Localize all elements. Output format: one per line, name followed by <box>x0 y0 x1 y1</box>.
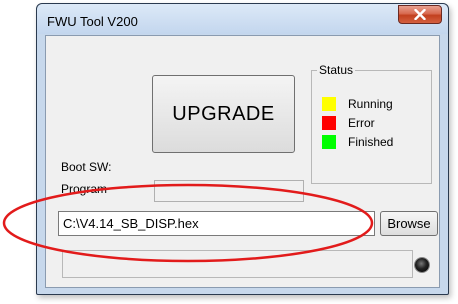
program-label: Program <box>61 182 108 196</box>
status-legend: Status <box>317 63 356 77</box>
status-item-finished: Finished <box>322 135 393 149</box>
app-window: FWU Tool V200 UPGRADE Status Running Err… <box>36 3 449 295</box>
running-label: Running <box>348 97 393 111</box>
error-label: Error <box>348 116 375 130</box>
file-path-input[interactable] <box>58 211 375 236</box>
status-item-error: Error <box>322 116 375 130</box>
finished-label: Finished <box>348 135 394 149</box>
error-indicator <box>322 116 336 130</box>
status-item-running: Running <box>322 97 393 111</box>
window-title: FWU Tool V200 <box>47 14 138 29</box>
boot-sw-label: Boot SW: <box>61 160 112 174</box>
progress-bar <box>62 250 413 278</box>
client-area: UPGRADE Status Running Error Finished Bo… <box>45 35 440 288</box>
title-bar[interactable]: FWU Tool V200 <box>37 4 448 34</box>
running-indicator <box>322 97 336 111</box>
close-button[interactable] <box>398 5 442 24</box>
browse-button[interactable]: Browse <box>380 211 438 236</box>
led-indicator <box>415 258 429 272</box>
finished-indicator <box>322 135 336 149</box>
status-group: Status Running Error Finished <box>311 63 432 184</box>
close-icon <box>414 9 426 20</box>
program-field <box>154 180 304 202</box>
upgrade-button[interactable]: UPGRADE <box>152 75 295 153</box>
